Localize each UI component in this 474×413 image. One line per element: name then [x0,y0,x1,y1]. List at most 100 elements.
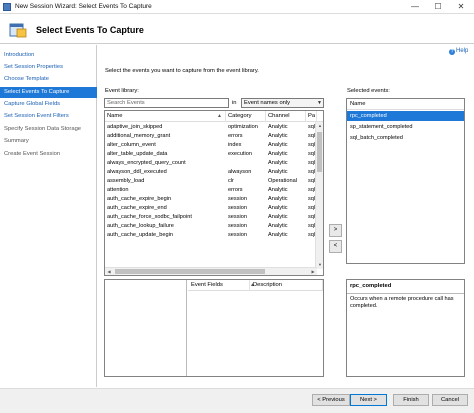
sidebar-item-create-event-session: Create Event Session [4,151,61,157]
event-name-cell: auth_cache_lookup_failure [107,223,174,229]
sidebar-item-choose-template[interactable]: Choose Template [0,74,97,85]
table-row[interactable]: auth_cache_expire_end session Analytic sql [105,204,317,213]
event-category-cell: session [228,205,247,211]
search-scope-value: Event names only [244,100,291,106]
cancel-button[interactable]: Cancel [432,394,468,406]
table-row[interactable]: auth_cache_lookup_failure session Analytic… [105,222,317,231]
event-category-cell: optimization [228,124,258,130]
event-library-header: Name ▲ Category Channel Pa [105,111,323,122]
event-channel-cell: Analytic [268,133,288,139]
event-channel-cell: Analytic [268,223,288,229]
table-row[interactable]: auth_cache_force_xodbc_failpoint session A… [105,213,317,222]
event-name-cell: attention [107,187,129,193]
event-category-cell: clr [228,178,234,184]
sidebar-item-capture-global-fields[interactable]: Capture Global Fields [0,99,97,110]
event-fields-pane: Event Fields ▲ Description [104,279,324,377]
library-vertical-scrollbar[interactable]: ▲ ▼ [315,122,323,269]
title-bar: New Session Wizard: Select Events To Cap… [0,0,474,14]
library-horizontal-scrollbar[interactable]: ◀ ▶ [105,267,317,275]
next-button[interactable]: Next > [350,394,387,406]
instruction-text: Select the events you want to capture fr… [105,68,259,74]
event-category-cell: session [228,214,247,220]
page-title: Select Events To Capture [36,25,144,35]
scroll-right-icon[interactable]: ▶ [309,268,317,275]
event-name-cell: alter_table_update_data [107,151,168,157]
event-category-cell: index [228,142,242,148]
minimize-button[interactable]: — [404,0,426,14]
table-row[interactable]: additional_memory_grant errors Analytic sql [105,132,317,141]
wizard-icon [9,23,27,38]
divider [347,293,464,294]
event-channel-cell: Analytic [268,151,288,157]
event-name-cell: auth_cache_force_xodbc_failpoint [107,214,192,220]
event-channel-cell: Analytic [268,205,288,211]
table-row[interactable]: adaptive_join_skipped optimization Analyti… [105,123,317,132]
table-row[interactable]: assembly_load clr Operational sql [105,177,317,186]
sidebar-item-set-session-properties[interactable]: Set Session Properties [0,62,97,73]
column-header-channel[interactable]: Channel [266,111,306,122]
library-horizontal-scroll-thumb[interactable] [115,269,265,274]
event-channel-cell: Analytic [268,214,288,220]
help-label: Help [456,48,469,54]
event-category-cell: execution [228,151,252,157]
column-header-description[interactable]: Description [250,280,323,291]
column-header-category[interactable]: Category [226,111,266,122]
event-channel-cell: Analytic [268,160,288,166]
finish-button[interactable]: Finish [393,394,429,406]
event-channel-cell: Analytic [268,187,288,193]
column-header-name[interactable]: Name [105,111,226,122]
event-name-cell: alwayson_ddl_executed [107,169,167,175]
close-button[interactable]: ✕ [450,0,472,14]
column-header-event-fields[interactable]: Event Fields [188,280,250,291]
event-category-cell: session [228,196,247,202]
sidebar-item-select-events[interactable]: Select Events To Capture [0,87,97,98]
event-name-cell: auth_cache_expire_end [107,205,167,211]
scroll-left-icon[interactable]: ◀ [105,268,113,275]
sidebar-item-specify-data-storage: Specify Session Data Storage [4,126,82,132]
add-event-button[interactable]: > [329,224,342,237]
selected-event-item[interactable]: sp_statement_completed [347,122,464,132]
table-row[interactable]: alwayson_ddl_executed alwayson Analytic sql [105,168,317,177]
selected-event-item[interactable]: sql_batch_completed [347,133,464,143]
event-library-table: Name ▲ Category Channel Pa adaptive_join… [104,110,324,276]
event-name-cell: always_encrypted_query_count [107,160,186,166]
scroll-down-icon[interactable]: ▼ [316,261,323,269]
event-channel-cell: Operational [268,178,297,184]
remove-event-button[interactable]: < [329,240,342,253]
event-category-cell: session [228,223,247,229]
table-row[interactable]: alter_column_event index Analytic sql [105,141,317,150]
scroll-up-icon[interactable]: ▲ [316,122,323,130]
help-link[interactable]: ? Help [449,48,468,55]
search-events-input[interactable] [104,98,229,108]
selected-event-item[interactable]: rpc_completed [347,111,464,121]
window-title: New Session Wizard: Select Events To Cap… [15,3,152,10]
event-name-cell: assembly_load [107,178,145,184]
wizard-footer: < Previous Next > Finish Cancel [0,388,474,413]
maximize-button[interactable]: ☐ [427,0,449,14]
selected-events-label: Selected events: [347,88,390,94]
sidebar-item-set-session-event-filters[interactable]: Set Session Event Filters [0,111,97,122]
event-category-cell: alwayson [228,169,252,175]
table-row[interactable]: always_encrypted_query_count Analytic sql [105,159,317,168]
library-vertical-scroll-thumb[interactable] [317,132,322,172]
event-category-cell [226,159,266,168]
event-name-cell: additional_memory_grant [107,133,171,139]
sidebar-item-introduction[interactable]: Introduction [0,50,97,61]
event-channel-cell: Analytic [268,124,288,130]
table-row[interactable]: auth_cache_update_begin session Analytic sq… [105,231,317,240]
wizard-steps-sidebar: Introduction Set Session Properties Choo… [0,45,97,387]
event-channel-cell: Analytic [268,142,288,148]
help-icon: ? [449,49,455,55]
event-description-panel: rpc_completed Occurs when a remote proce… [346,279,465,377]
table-row[interactable]: alter_table_update_data execution Analytic… [105,150,317,159]
column-header-package[interactable]: Pa [306,111,317,122]
search-scope-select[interactable]: Event names only ▼ [241,98,324,108]
previous-button[interactable]: < Previous [312,394,350,406]
table-row[interactable]: auth_cache_expire_begin session Analytic sq… [105,195,317,204]
event-description-title: rpc_completed [350,283,392,289]
event-channel-cell: Analytic [268,232,288,238]
selected-events-header[interactable]: Name [347,99,464,110]
event-library-label: Event library: [105,88,139,94]
table-row[interactable]: attention errors Analytic sql [105,186,317,195]
wizard-header: Select Events To Capture [0,15,474,44]
